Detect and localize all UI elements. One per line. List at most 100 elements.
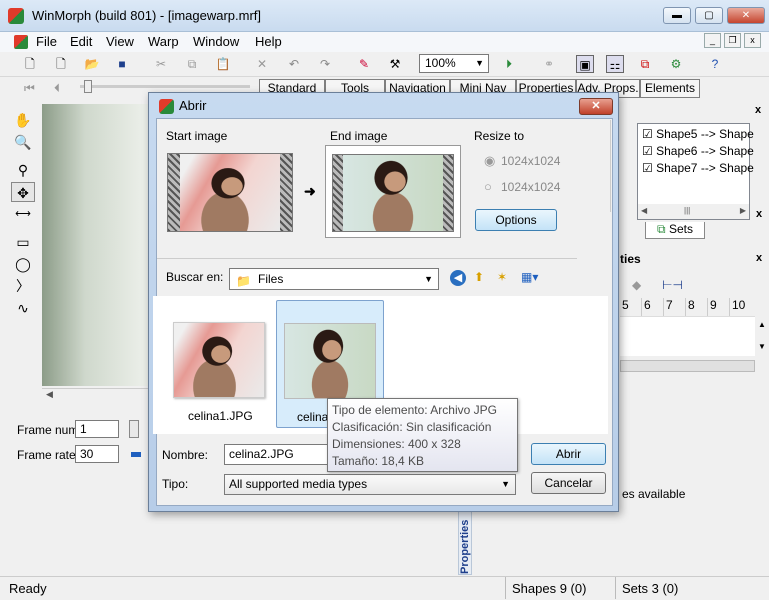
first-frame-icon[interactable]: ⏮ — [24, 81, 35, 96]
resize-option-1[interactable]: 1024x1024 — [501, 154, 560, 168]
rectangle-icon[interactable]: ▭ — [11, 232, 35, 252]
mdi-minimize-button[interactable]: _ — [704, 33, 721, 48]
shapes-list[interactable]: ☑ Shape5 --> Shape ☑ Shape6 --> Shape ☑ … — [637, 123, 754, 220]
zoom-icon[interactable]: 🔍 — [11, 132, 35, 152]
menu-help[interactable]: Help — [255, 33, 282, 51]
checkbox-checked-icon[interactable]: ☑ — [642, 161, 653, 175]
minimize-button[interactable]: ▬ — [663, 7, 691, 24]
frame-slider[interactable] — [80, 85, 250, 88]
workspace-canvas[interactable] — [42, 104, 150, 386]
file-item[interactable]: celina1.JPG — [166, 306, 272, 428]
range-icon[interactable]: ⊢⊣ — [662, 278, 683, 292]
undo-icon[interactable]: ↶ — [285, 55, 303, 73]
diamond-icon[interactable]: ◆ — [632, 278, 641, 292]
timeline-grid[interactable] — [620, 316, 755, 356]
back-icon[interactable]: ◀ — [450, 270, 466, 286]
open-folder-icon[interactable]: 📂 — [83, 55, 101, 73]
link-icon[interactable]: ⚭ — [540, 55, 558, 73]
frame-rate-slider[interactable] — [131, 452, 141, 457]
close-icon[interactable]: x — [756, 252, 762, 264]
hand-icon[interactable]: ✋ — [11, 110, 35, 130]
start-image-preview[interactable] — [167, 153, 293, 232]
frame-slider-handle[interactable] — [84, 80, 92, 93]
menu-window[interactable]: Window — [193, 33, 239, 51]
file-name: celina — [297, 410, 329, 424]
cut-icon[interactable]: ✂ — [152, 55, 170, 73]
new-project-icon[interactable]: 🗋 — [52, 55, 70, 73]
move-icon[interactable]: ✥ — [11, 182, 35, 202]
chevron-down-icon: ▼ — [424, 274, 433, 284]
horizontal-scrollbar[interactable]: ◀ — [42, 388, 150, 404]
dialog-close-button[interactable]: ✕ — [579, 98, 613, 115]
frame-num-slider[interactable] — [129, 420, 139, 438]
menu-file[interactable]: File — [36, 33, 57, 51]
scroll-down-icon[interactable]: ▼ — [758, 342, 766, 351]
end-image-frame — [325, 145, 461, 238]
list-item[interactable]: ☑ Shape6 --> Shape — [642, 144, 754, 158]
properties-side-tab[interactable]: Properties — [458, 505, 472, 575]
checkbox-checked-icon[interactable]: ☑ — [642, 144, 653, 158]
polyline-icon[interactable]: 〉 — [11, 276, 35, 296]
mdi-restore-button[interactable]: ❐ — [724, 33, 741, 48]
shape-toggle-icon[interactable]: ⚏ — [606, 55, 624, 73]
filetype-select[interactable]: All supported media types ▼ — [224, 474, 516, 495]
hammer-icon[interactable]: ⚒ — [386, 55, 404, 73]
tab-elements[interactable]: Elements — [640, 79, 700, 98]
edit-icon[interactable]: ✎ — [355, 55, 373, 73]
window-title: WinMorph (build 801) - [imagewarp.mrf] — [32, 8, 262, 23]
prev-frame-icon[interactable]: ⏴ — [54, 81, 60, 96]
redo-icon[interactable]: ↷ — [316, 55, 334, 73]
paste-icon[interactable]: 📋 — [214, 55, 232, 73]
close-button[interactable]: ✕ — [727, 7, 765, 24]
end-image-preview[interactable] — [332, 154, 454, 232]
frame-rate-input[interactable]: 30 — [75, 445, 119, 463]
menu-warp[interactable]: Warp — [148, 33, 179, 51]
close-icon[interactable]: x — [756, 208, 762, 220]
frames-icon[interactable]: ⧉ — [636, 55, 654, 73]
zoom-select[interactable]: 100% ▼ — [419, 54, 489, 73]
scroll-left-icon[interactable]: ◀ — [46, 389, 53, 400]
cancel-button[interactable]: Cancelar — [531, 472, 606, 494]
radio-selected-icon[interactable]: ◉ — [484, 153, 495, 169]
checkbox-checked-icon[interactable]: ☑ — [642, 127, 653, 141]
menu-edit[interactable]: Edit — [70, 33, 92, 51]
menu-view[interactable]: View — [106, 33, 134, 51]
play-icon[interactable]: ⏵ — [500, 55, 518, 73]
new-icon[interactable]: 🗋 — [21, 55, 39, 73]
help-icon[interactable]: ? — [706, 55, 724, 73]
spread-icon[interactable]: ⟷ — [11, 204, 35, 224]
copy-icon[interactable]: ⧉ — [183, 55, 201, 73]
list-hscrollbar[interactable]: ◀ ||| ▶ — [638, 204, 749, 219]
tab-sets[interactable]: ⧉ Sets — [645, 222, 705, 239]
list-item[interactable]: ☑ Shape5 --> Shape — [642, 127, 754, 141]
close-icon[interactable]: x — [755, 104, 761, 116]
ellipse-icon[interactable]: ◯ — [11, 254, 35, 274]
mdi-close-button[interactable]: x — [744, 33, 761, 48]
menu-bar: File Edit View Warp Window Help — [0, 32, 769, 52]
radio-icon[interactable]: ○ — [484, 179, 492, 194]
save-icon[interactable]: ■ — [113, 55, 131, 73]
new-folder-icon[interactable]: ✶ — [497, 270, 507, 284]
up-folder-icon[interactable]: ⬆ — [474, 270, 484, 284]
curve-icon[interactable]: ∿ — [11, 298, 35, 318]
tooltip-rating: Clasificación: Sin clasificación — [332, 420, 492, 434]
list-item[interactable]: ☑ Shape7 --> Shape — [642, 161, 754, 175]
frame-num-label: Frame num — [17, 423, 79, 437]
image-toggle-icon[interactable]: ▣ — [576, 55, 594, 73]
view-menu-icon[interactable]: ▦▾ — [521, 270, 538, 284]
frame-num-input[interactable]: 1 — [75, 420, 119, 438]
chevron-down-icon: ▼ — [501, 479, 510, 489]
maximize-button[interactable]: ▢ — [695, 7, 723, 24]
name-label: Nombre: — [162, 448, 209, 462]
properties-label: Properties — [459, 519, 471, 574]
scroll-up-icon[interactable]: ▲ — [758, 320, 766, 329]
open-button[interactable]: Abrir — [531, 443, 606, 465]
render-icon[interactable]: ⚙ — [667, 55, 685, 73]
tick-label: 8 — [686, 298, 708, 316]
options-button[interactable]: Options — [475, 209, 557, 231]
resize-option-2[interactable]: 1024x1024 — [501, 180, 560, 194]
lookin-select[interactable]: 📁 Files ▼ — [229, 268, 439, 290]
timeline-hscrollbar[interactable] — [620, 360, 755, 372]
delete-icon[interactable]: ✕ — [253, 55, 271, 73]
node-tool-icon[interactable]: ⚲ — [11, 160, 35, 180]
